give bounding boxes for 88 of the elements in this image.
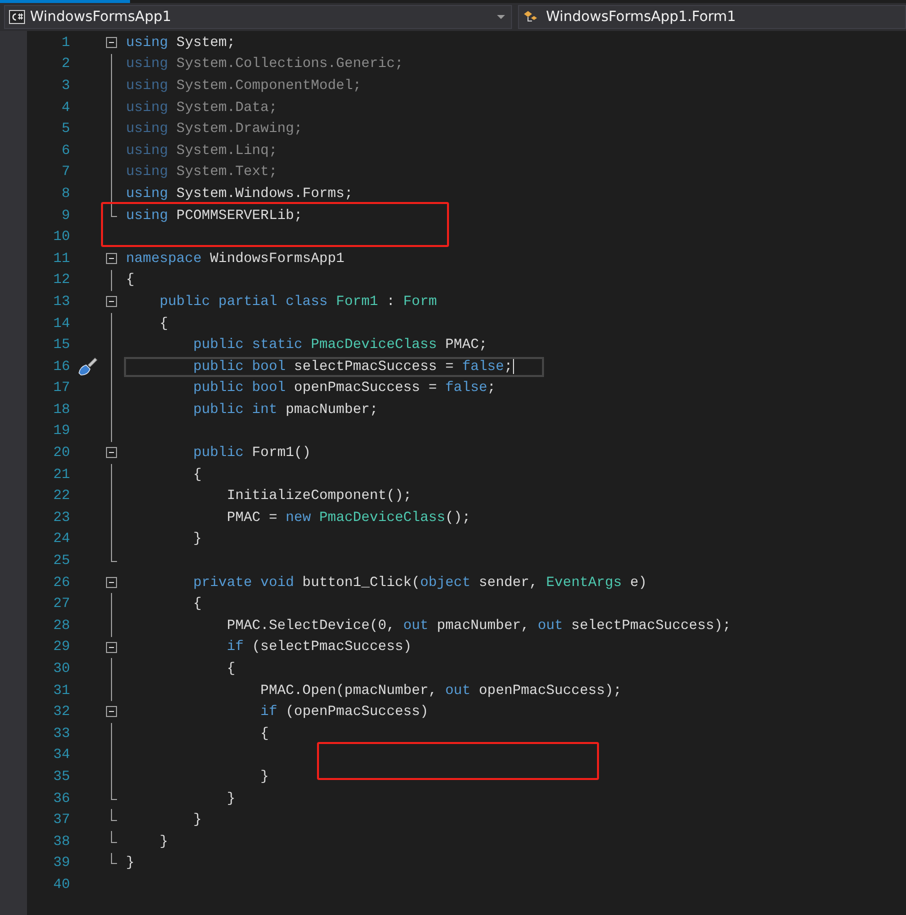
- collapse-icon[interactable]: [106, 296, 117, 308]
- line-number: 11: [52, 250, 70, 267]
- line-number: 22: [52, 488, 70, 504]
- code-line: InitializeComponent();: [226, 487, 412, 506]
- code-line: {: [192, 466, 202, 485]
- line-number: 38: [52, 834, 70, 850]
- line-number: 12: [52, 272, 70, 288]
- line-number: 16: [52, 358, 70, 375]
- project-dropdown[interactable]: WindowsFormsApp1: [4, 5, 512, 29]
- line-number: 18: [52, 402, 70, 418]
- line-number: 17: [52, 380, 70, 396]
- line-number: 25: [52, 553, 70, 570]
- line-number: 14: [52, 316, 70, 332]
- collapse-icon[interactable]: [106, 37, 117, 48]
- csharp-project-icon: [9, 10, 25, 24]
- line-number: 8: [60, 186, 70, 202]
- code-line: }: [192, 530, 202, 550]
- code-line: using System.Drawing;: [126, 120, 302, 140]
- code-line: using System;: [126, 34, 236, 53]
- caret-icon: [497, 14, 505, 20]
- line-number: 39: [52, 855, 70, 872]
- class-name: WindowsFormsApp1.Form1: [546, 9, 736, 25]
- line-number: 7: [60, 164, 70, 180]
- code-line: }: [226, 790, 236, 809]
- code-line: using System.Windows.Forms;: [126, 184, 353, 204]
- line-number: 35: [52, 768, 70, 785]
- code-line: if (selectPmacSuccess): [226, 638, 412, 658]
- code-line: PMAC.SelectDevice(0, out pmacNumber, out selectPmacSuccess);: [226, 616, 731, 636]
- line-number: 33: [52, 726, 70, 742]
- line-number: 10: [52, 229, 70, 246]
- project-name: WindowsFormsApp1: [30, 9, 172, 25]
- code-line: {: [158, 314, 168, 334]
- code-line: using System.Collections.Generic;: [126, 55, 404, 74]
- code-line: }: [126, 854, 134, 874]
- line-number: 19: [52, 423, 70, 440]
- line-number: 6: [60, 142, 70, 159]
- line-number: 3: [60, 78, 70, 94]
- code-line: using PCOMMSERVERLib;: [126, 206, 302, 226]
- line-number: 30: [52, 661, 70, 678]
- line-number: 2: [60, 56, 70, 72]
- line-number: 20: [52, 445, 70, 462]
- collapse-icon[interactable]: [106, 252, 117, 264]
- code-line: using System.Data;: [126, 98, 278, 118]
- line-number: 27: [52, 596, 70, 612]
- code-line: {: [192, 595, 202, 614]
- line-number: 37: [52, 812, 70, 828]
- line-number: 15: [52, 337, 70, 354]
- line-number: 21: [52, 466, 70, 483]
- code-line: }: [192, 811, 202, 830]
- code-line: if (openPmacSuccess): [259, 703, 428, 722]
- line-number: 29: [52, 639, 70, 656]
- line-number: 9: [60, 208, 70, 224]
- line-number: 31: [52, 682, 70, 699]
- code-line: using System.ComponentModel;: [126, 76, 362, 96]
- line-number: 36: [52, 790, 70, 807]
- collapse-icon[interactable]: [106, 642, 117, 653]
- line-number: 26: [52, 574, 70, 591]
- code-line: public int pmacNumber;: [192, 400, 378, 420]
- code-line: public static PmacDeviceClass PMAC;: [192, 336, 488, 356]
- line-number: 5: [60, 121, 70, 138]
- code-line: using System.Linq;: [126, 142, 278, 161]
- code-line: PMAC = new PmacDeviceClass();: [226, 508, 470, 528]
- code-line: {: [226, 660, 236, 680]
- collapse-icon[interactable]: [106, 576, 117, 588]
- line-number: 23: [52, 510, 70, 526]
- code-line: public bool openPmacSuccess = false;: [192, 379, 496, 398]
- code-line: }: [259, 768, 269, 787]
- line-number: 32: [52, 704, 70, 720]
- line-number: 4: [60, 100, 70, 116]
- line-number: 13: [52, 294, 70, 310]
- line-number: 28: [52, 618, 70, 634]
- code-line: PMAC.Open(pmacNumber, out openPmacSuccess);: [259, 682, 622, 701]
- code-line: public Form1(): [192, 444, 311, 464]
- code-line: {: [259, 724, 269, 744]
- line-number: 24: [52, 531, 70, 548]
- code-line: }: [158, 832, 168, 852]
- paintbrush-icon[interactable]: [76, 356, 98, 377]
- line-number: 40: [52, 876, 70, 893]
- code-line: private void button1_Click(object sender, EventArgs e): [192, 574, 647, 593]
- code-line: public partial class Form1 : Form: [158, 292, 437, 312]
- code-line: namespace WindowsFormsApp1: [126, 250, 344, 269]
- class-dropdown[interactable]: WindowsFormsApp1.Form1: [518, 5, 906, 29]
- line-number: 1: [60, 34, 70, 51]
- code-line: {: [126, 271, 134, 290]
- line-number: 34: [52, 747, 70, 764]
- code-line: using System.Text;: [126, 163, 278, 182]
- collapse-icon[interactable]: [106, 706, 117, 718]
- collapse-icon[interactable]: [106, 447, 117, 458]
